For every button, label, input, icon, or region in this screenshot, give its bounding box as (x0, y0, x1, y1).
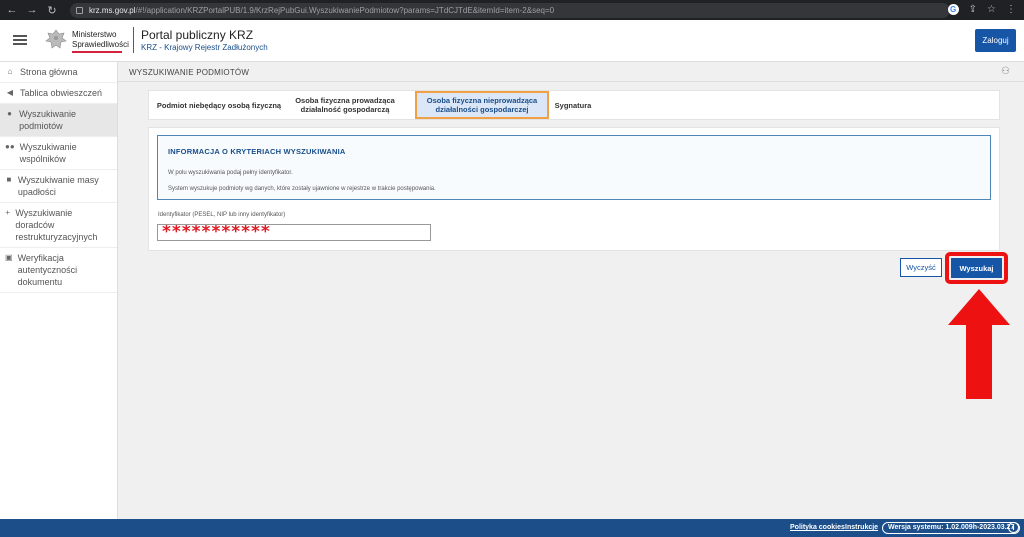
ministry-underline (72, 51, 122, 53)
forward-icon[interactable]: → (24, 4, 40, 16)
user-search-icon[interactable]: ⚇ (1001, 66, 1010, 77)
identifier-input[interactable]: *********** (157, 224, 431, 241)
tab-signature[interactable]: Sygnatura (551, 91, 595, 119)
browser-toolbar: ← → ↻ krz.ms.gov.pl /#!/application/KRZP… (0, 0, 1024, 20)
tab-legal-entity[interactable]: Podmiot niebędący osobą fizyczną (149, 91, 289, 119)
info-title: INFORMACJA O KRYTERIACH WYSZUKIWANIA (168, 147, 346, 156)
lock-icon (76, 6, 83, 14)
instructions-link[interactable]: Instrukcje (845, 524, 878, 531)
people-icon: ●● (5, 142, 15, 151)
portal-title: Portal publiczny KRZ (141, 28, 254, 42)
back-icon[interactable]: ← (4, 4, 20, 16)
page-title: WYSZUKIWANIE PODMIOTÓW (129, 68, 250, 77)
sidebar-item-document-verification[interactable]: ▣ Weryfikacja autentyczności dokumentu (0, 248, 117, 293)
red-up-arrow-icon (948, 289, 1010, 399)
portal-subtitle: KRZ - Krajowy Rejestr Zadłużonych (141, 43, 268, 52)
url-path: /#!/application/KRZPortalPUB/1.9/KrzRejP… (135, 5, 555, 15)
address-bar[interactable]: krz.ms.gov.pl /#!/application/KRZPortalP… (70, 2, 950, 18)
sidebar: ⌂ Strona główna ◀ Tablica obwieszczeń ● … (0, 62, 118, 519)
tab-business-person[interactable]: Osoba fizyczna prowadząca działalność go… (284, 91, 406, 119)
person-add-icon: + (5, 208, 10, 217)
sidebar-item-advisor-search[interactable]: + Wyszukiwanie doradców restrukturyzacyj… (0, 203, 117, 248)
person-search-icon: ● (7, 109, 12, 118)
identifier-label: Identyfikator (PESEL, NIP lub inny ident… (158, 212, 286, 218)
login-button[interactable]: Zaloguj (975, 29, 1016, 52)
car-icon: ■ (6, 175, 12, 184)
search-form-panel: INFORMACJA O KRYTERIACH WYSZUKIWANIA W p… (148, 127, 1000, 251)
system-version-badge: Wersja systemu: 1.02.009h-2023.03.27 (882, 522, 1021, 534)
clear-button[interactable]: Wyczyść (900, 258, 942, 277)
heading-divider (118, 81, 1024, 82)
search-type-tabs: Podmiot niebędący osobą fizyczną Osoba f… (148, 90, 1000, 120)
sidebar-item-notices[interactable]: ◀ Tablica obwieszczeń (0, 83, 117, 104)
cookie-policy-link[interactable]: Polityka cookies (790, 524, 845, 531)
info-line-2: System wyszukuje podmioty wg danych, któ… (168, 186, 436, 192)
footer: Polityka cookies Instrukcje Wersja syste… (0, 519, 1024, 537)
ministry-name: Ministerstwo Sprawiedliwości (72, 30, 129, 49)
sidebar-item-bankruptcy-estate-search[interactable]: ■ Wyszukiwanie masy upadłości (0, 170, 117, 203)
google-icon[interactable]: G (947, 4, 959, 15)
sidebar-item-entity-search[interactable]: ● Wyszukiwanie podmiotów (0, 104, 117, 137)
search-button[interactable]: Wyszukaj (951, 258, 1002, 278)
info-line-1: W polu wyszukiwania podaj pełny identyfi… (168, 170, 293, 176)
home-icon: ⌂ (7, 67, 13, 76)
menu-dots-icon[interactable]: ⋮ (1006, 3, 1016, 17)
url-host: krz.ms.gov.pl (89, 5, 136, 15)
star-icon[interactable]: ☆ (987, 3, 996, 17)
header-divider (133, 27, 134, 53)
megaphone-icon: ◀ (6, 88, 14, 97)
search-criteria-info: INFORMACJA O KRYTERIACH WYSZUKIWANIA W p… (157, 135, 991, 200)
info-icon[interactable]: i (1008, 522, 1019, 533)
app-header: Ministerstwo Sprawiedliwości Portal publ… (0, 20, 1024, 62)
tab-private-person[interactable]: Osoba fizyczna nieprowadząca działalnośc… (415, 91, 549, 119)
sidebar-item-home[interactable]: ⌂ Strona główna (0, 62, 117, 83)
verified-icon: ▣ (5, 253, 13, 262)
sidebar-item-partner-search[interactable]: ●● Wyszukiwanie wspólników (0, 137, 117, 170)
hamburger-icon[interactable] (13, 35, 27, 45)
eagle-emblem-icon (45, 29, 67, 49)
reload-icon[interactable]: ↻ (44, 4, 60, 17)
share-icon[interactable]: ⇪ (969, 3, 977, 17)
